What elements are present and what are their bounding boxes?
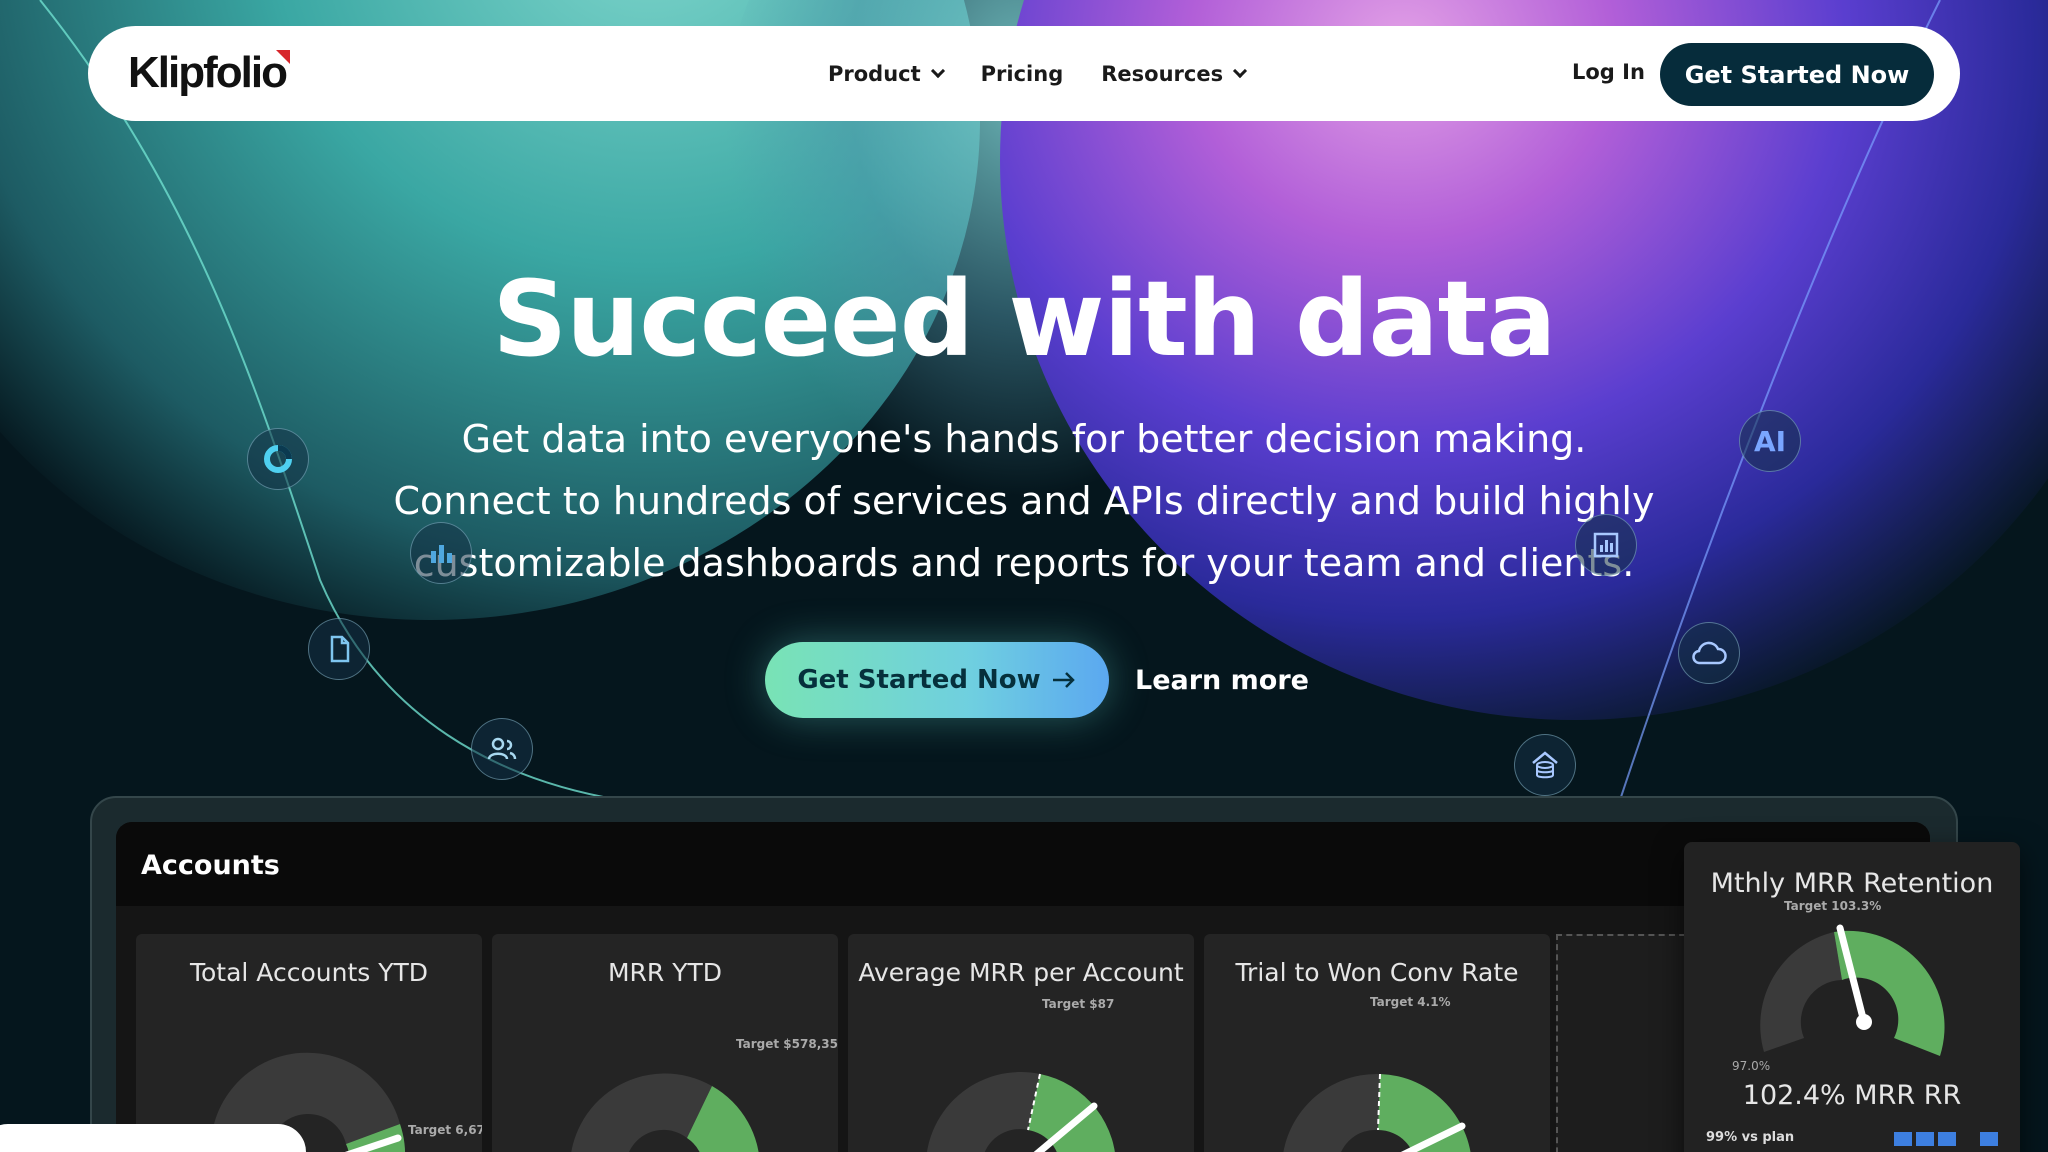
kpi-card-average-mrr: Average MRR per Account Target $87 xyxy=(848,934,1194,1152)
gauge-target-label: Target $578,358 xyxy=(736,1037,838,1051)
nav-resources-label: Resources xyxy=(1101,61,1224,86)
database-icon xyxy=(1514,734,1576,796)
bar-chart-icon xyxy=(410,522,472,584)
klipfolio-logo[interactable]: Klipfolio xyxy=(128,48,288,98)
kpi-card-trial-conv: Trial to Won Conv Rate Target 4.1% xyxy=(1204,934,1550,1152)
dashboard-title: Accounts xyxy=(141,850,280,881)
nav-pricing[interactable]: Pricing xyxy=(981,62,1064,86)
gauge-chart: Target 6,674 xyxy=(210,1052,482,1152)
chevron-down-icon xyxy=(930,63,945,78)
users-icon xyxy=(471,718,533,780)
nav-product-label: Product xyxy=(828,61,921,86)
gauge-chart: Target $578,358 xyxy=(571,1037,838,1152)
gauge-target-label: Target 4.1% xyxy=(1370,995,1451,1009)
login-link[interactable]: Log In xyxy=(1572,60,1645,84)
retention-value: 102.4% MRR RR xyxy=(1742,1080,1962,1111)
gauge-chart: Target 4.1% xyxy=(1283,995,1471,1152)
nav-pricing-label: Pricing xyxy=(980,61,1064,86)
retention-target-label: Target 103.3% xyxy=(1784,899,1881,913)
report-icon xyxy=(1575,514,1637,576)
chevron-down-icon xyxy=(1233,63,1248,78)
arrow-right-icon xyxy=(1052,672,1075,688)
hero-title: Succeed with data xyxy=(492,258,1556,380)
learn-more-link[interactable]: Learn more xyxy=(1135,665,1309,696)
nav-product[interactable]: Product xyxy=(828,61,945,86)
mrr-retention-card: Mthly MRR Retention Target 103.3% 97.0% … xyxy=(1684,842,2020,1152)
nav-links: Product Pricing Resources xyxy=(828,26,1248,121)
donut-chart-icon xyxy=(247,428,309,490)
gauge-chart: Target $87 xyxy=(927,997,1115,1152)
gauge-target-label: Target $87 xyxy=(1042,997,1114,1011)
cloud-icon xyxy=(1678,622,1740,684)
retention-mini-bars xyxy=(1894,1132,1998,1146)
dashboard-header: Accounts xyxy=(116,822,1930,906)
gauge-target-label: Target 6,674 xyxy=(408,1123,482,1137)
dashboard-preview: Accounts Total Accounts YTD Target 6,674… xyxy=(116,822,1930,1152)
kpi-card-total-accounts: Total Accounts YTD Target 6,674 xyxy=(136,934,482,1152)
chat-widget-pill[interactable] xyxy=(0,1124,306,1152)
nav-get-started-button[interactable]: Get Started Now xyxy=(1660,43,1934,106)
hero-get-started-label: Get Started Now xyxy=(797,665,1041,695)
ai-icon: AI xyxy=(1739,410,1801,472)
logo-mark-icon xyxy=(276,50,290,64)
top-navbar: Klipfolio Product Pricing Resources Log … xyxy=(88,26,1960,121)
hero-cta-row: Get Started Now Learn more xyxy=(765,642,1309,718)
document-icon xyxy=(308,618,370,680)
retention-min-label: 97.0% xyxy=(1732,1059,1770,1073)
kpi-card-mrr-ytd: MRR YTD Target $578,358 xyxy=(492,934,838,1152)
nav-resources[interactable]: Resources xyxy=(1101,61,1248,86)
hero-subtitle: Get data into everyone's hands for bette… xyxy=(393,417,1655,585)
hero-get-started-button[interactable]: Get Started Now xyxy=(765,642,1109,718)
retention-footer: 99% vs plan xyxy=(1706,1130,1795,1145)
